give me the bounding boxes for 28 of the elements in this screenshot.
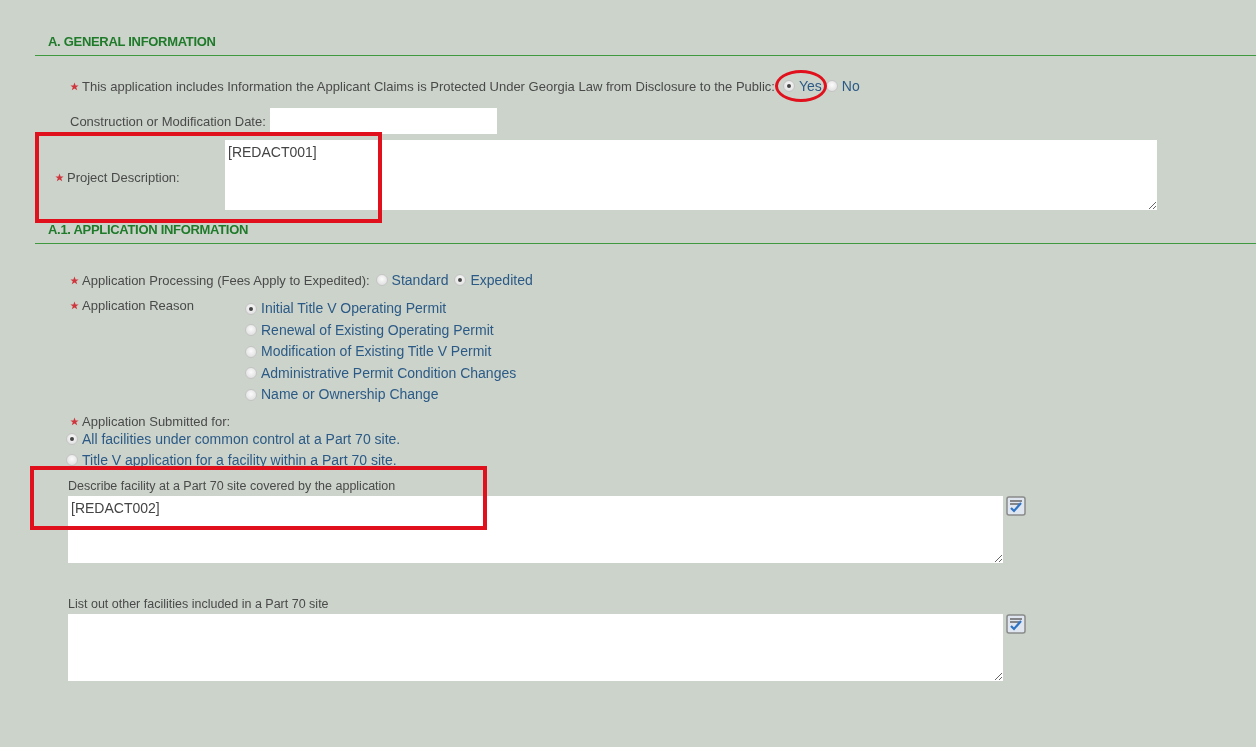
radio-option[interactable]: Title V application for a facility within a Part 70 site. [66, 449, 1256, 471]
other-facilities-field[interactable] [68, 613, 1003, 681]
spellcheck-icon[interactable] [1006, 613, 1026, 634]
spellcheck-icon[interactable] [1006, 495, 1026, 516]
field-label: Application Reason [82, 298, 195, 313]
field-label: Construction or Modification Date: [70, 113, 266, 129]
date-field[interactable] [269, 108, 497, 134]
field-label: Application Processing (Fees Apply to Expedited): [82, 272, 370, 288]
highlight-ellipse [774, 70, 827, 102]
radio-option[interactable]: Renewal of Existing Operating Permit [241, 319, 517, 341]
radio-option[interactable]: No [821, 78, 860, 94]
section-heading: A.1. APPLICATION INFORMATION [35, 222, 1256, 244]
radio-option[interactable]: Initial Title V Operating Permit [241, 298, 517, 320]
radio-option[interactable]: Name or Ownership Change [241, 384, 517, 406]
field-label: List out other facilities included in a Part 70 site [68, 596, 330, 611]
facility-description-field[interactable]: [REDACT002] [68, 495, 1003, 563]
field-label: Describe facility at a Part 70 site covered by the application [68, 478, 397, 493]
section-heading: A. GENERAL INFORMATION [35, 34, 1256, 56]
radio-option[interactable]: All facilities under common control at a Part 70 site. [66, 428, 1256, 450]
radio-option[interactable]: Standard [371, 272, 449, 288]
radio-option[interactable]: Modification of Existing Title V Permit [241, 341, 517, 363]
radio-option[interactable]: Expedited [450, 272, 533, 288]
field-label: Application Submitted for: [82, 413, 231, 429]
field-label: This application includes Information the Applicant Claims is Protected Under Georgia Law from Disclosure to the Public: [82, 78, 775, 94]
radio-option[interactable]: Administrative Permit Condition Changes [241, 362, 517, 384]
field-label: Project Description: [67, 170, 180, 185]
radio-option[interactable]: Yes [778, 78, 822, 94]
project-description-field[interactable]: [REDACT001] [225, 140, 1157, 210]
